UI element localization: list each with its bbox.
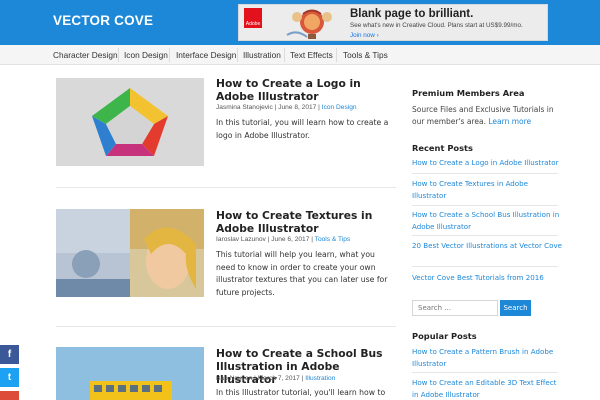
ad-text: See what's new in Creative Cloud. Plans … xyxy=(350,22,523,29)
nav-item-character-design[interactable]: Character Design xyxy=(53,50,118,60)
facebook-share-icon[interactable]: f xyxy=(0,345,19,364)
sidebar-premium-text: Source Files and Exclusive Tutorials in … xyxy=(412,104,562,128)
twitter-share-icon[interactable]: t xyxy=(0,368,19,387)
adobe-logo-icon: Adobe xyxy=(244,8,262,28)
hot-air-balloon-illustration xyxy=(286,9,332,39)
nav-divider xyxy=(237,48,238,62)
sidebar-divider xyxy=(412,205,558,206)
sidebar-premium-title: Premium Members Area xyxy=(412,88,525,98)
recent-post-link[interactable]: How to Create Textures in Adobe Illustra… xyxy=(412,178,562,202)
ad-headline: Blank page to brilliant. xyxy=(350,8,474,20)
popular-post-link[interactable]: How to Create an Editable 3D Text Effect… xyxy=(412,377,562,400)
popular-post-link[interactable]: How to Create a Pattern Brush in Adobe I… xyxy=(412,346,562,370)
site-header: VECTOR COVE Adobe Blank page to brillian… xyxy=(0,0,600,45)
post-divider xyxy=(56,326,396,327)
sidebar-recent-title: Recent Posts xyxy=(412,143,473,153)
nav-item-text-effects[interactable]: Text Effects xyxy=(290,50,333,60)
nav-divider xyxy=(169,48,170,62)
sidebar-divider xyxy=(412,235,558,236)
sidebar-divider xyxy=(412,266,558,267)
nav-item-illustration[interactable]: Illustration xyxy=(243,50,281,60)
post-thumbnail-school-bus[interactable] xyxy=(56,347,204,400)
post-meta: Bao Nguyen | March 7, 2017 | Illustratio… xyxy=(216,375,336,382)
post-meta: Iaroslav Lazunov | June 6, 2017 | Tools … xyxy=(216,236,351,243)
ad-banner[interactable]: Adobe Blank page to brilliant. See what'… xyxy=(238,4,548,41)
post-excerpt: In this tutorial, you will learn how to … xyxy=(216,118,389,140)
post-excerpt: In this Illustrator tutorial, you'll lea… xyxy=(216,388,386,397)
post-date: June 6, 2017 xyxy=(271,236,310,243)
post-title[interactable]: How to Create Textures in Adobe Illustra… xyxy=(216,209,396,235)
site-logo[interactable]: VECTOR COVE xyxy=(53,13,153,28)
main-nav: Character Design Icon Design Interface D… xyxy=(0,45,600,65)
search-input[interactable] xyxy=(412,300,498,316)
post-category[interactable]: Illustration xyxy=(305,375,335,382)
recent-post-link[interactable]: How to Create a School Bus Illustration … xyxy=(412,209,562,233)
post-excerpt: This tutorial will help you learn, what … xyxy=(216,250,388,297)
post-divider xyxy=(56,187,396,188)
adobe-logo-text: Adobe xyxy=(245,21,261,27)
nav-item-tools-tips[interactable]: Tools & Tips xyxy=(343,50,388,60)
share-icon[interactable] xyxy=(0,391,19,400)
recent-post-link[interactable]: 20 Best Vector Illustrations at Vector C… xyxy=(412,240,562,252)
post-author[interactable]: Jasmina Stanojevic xyxy=(216,104,273,111)
sidebar-divider xyxy=(412,372,558,373)
nav-divider xyxy=(118,48,119,62)
sidebar-divider xyxy=(412,173,558,174)
sidebar-popular-title: Popular Posts xyxy=(412,331,477,341)
post-thumbnail-logo[interactable] xyxy=(56,78,204,166)
recent-post-link[interactable]: How to Create a Logo in Adobe Illustrato… xyxy=(412,157,562,169)
nav-item-icon-design[interactable]: Icon Design xyxy=(124,50,168,60)
nav-divider xyxy=(336,48,337,62)
learn-more-link[interactable]: Learn more xyxy=(488,117,531,126)
post-title[interactable]: How to Create a Logo in Adobe Illustrato… xyxy=(216,77,396,103)
nav-divider xyxy=(284,48,285,62)
textures-illustration xyxy=(56,209,204,297)
post-author[interactable]: Iaroslav Lazunov xyxy=(216,236,266,243)
post-category[interactable]: Icon Design xyxy=(322,104,357,111)
post-author[interactable]: Bao Nguyen xyxy=(216,375,252,382)
ad-join-link[interactable]: Join now › xyxy=(350,32,379,39)
sidebar-premium-description: Source Files and Exclusive Tutorials in … xyxy=(412,105,554,126)
post-meta: Jasmina Stanojevic | June 8, 2017 | Icon… xyxy=(216,104,357,111)
post-date: March 7, 2017 xyxy=(257,375,300,382)
post-category[interactable]: Tools & Tips xyxy=(315,236,351,243)
recent-post-link[interactable]: Vector Cove Best Tutorials from 2016 xyxy=(412,272,562,284)
pentagon-logo-illustration xyxy=(92,88,168,156)
nav-item-interface-design[interactable]: Interface Design xyxy=(176,50,236,60)
school-bus-illustration xyxy=(56,347,204,400)
post-thumbnail-textures[interactable] xyxy=(56,209,204,297)
search-button[interactable]: Search xyxy=(500,300,531,316)
post-date: June 8, 2017 xyxy=(278,104,317,111)
